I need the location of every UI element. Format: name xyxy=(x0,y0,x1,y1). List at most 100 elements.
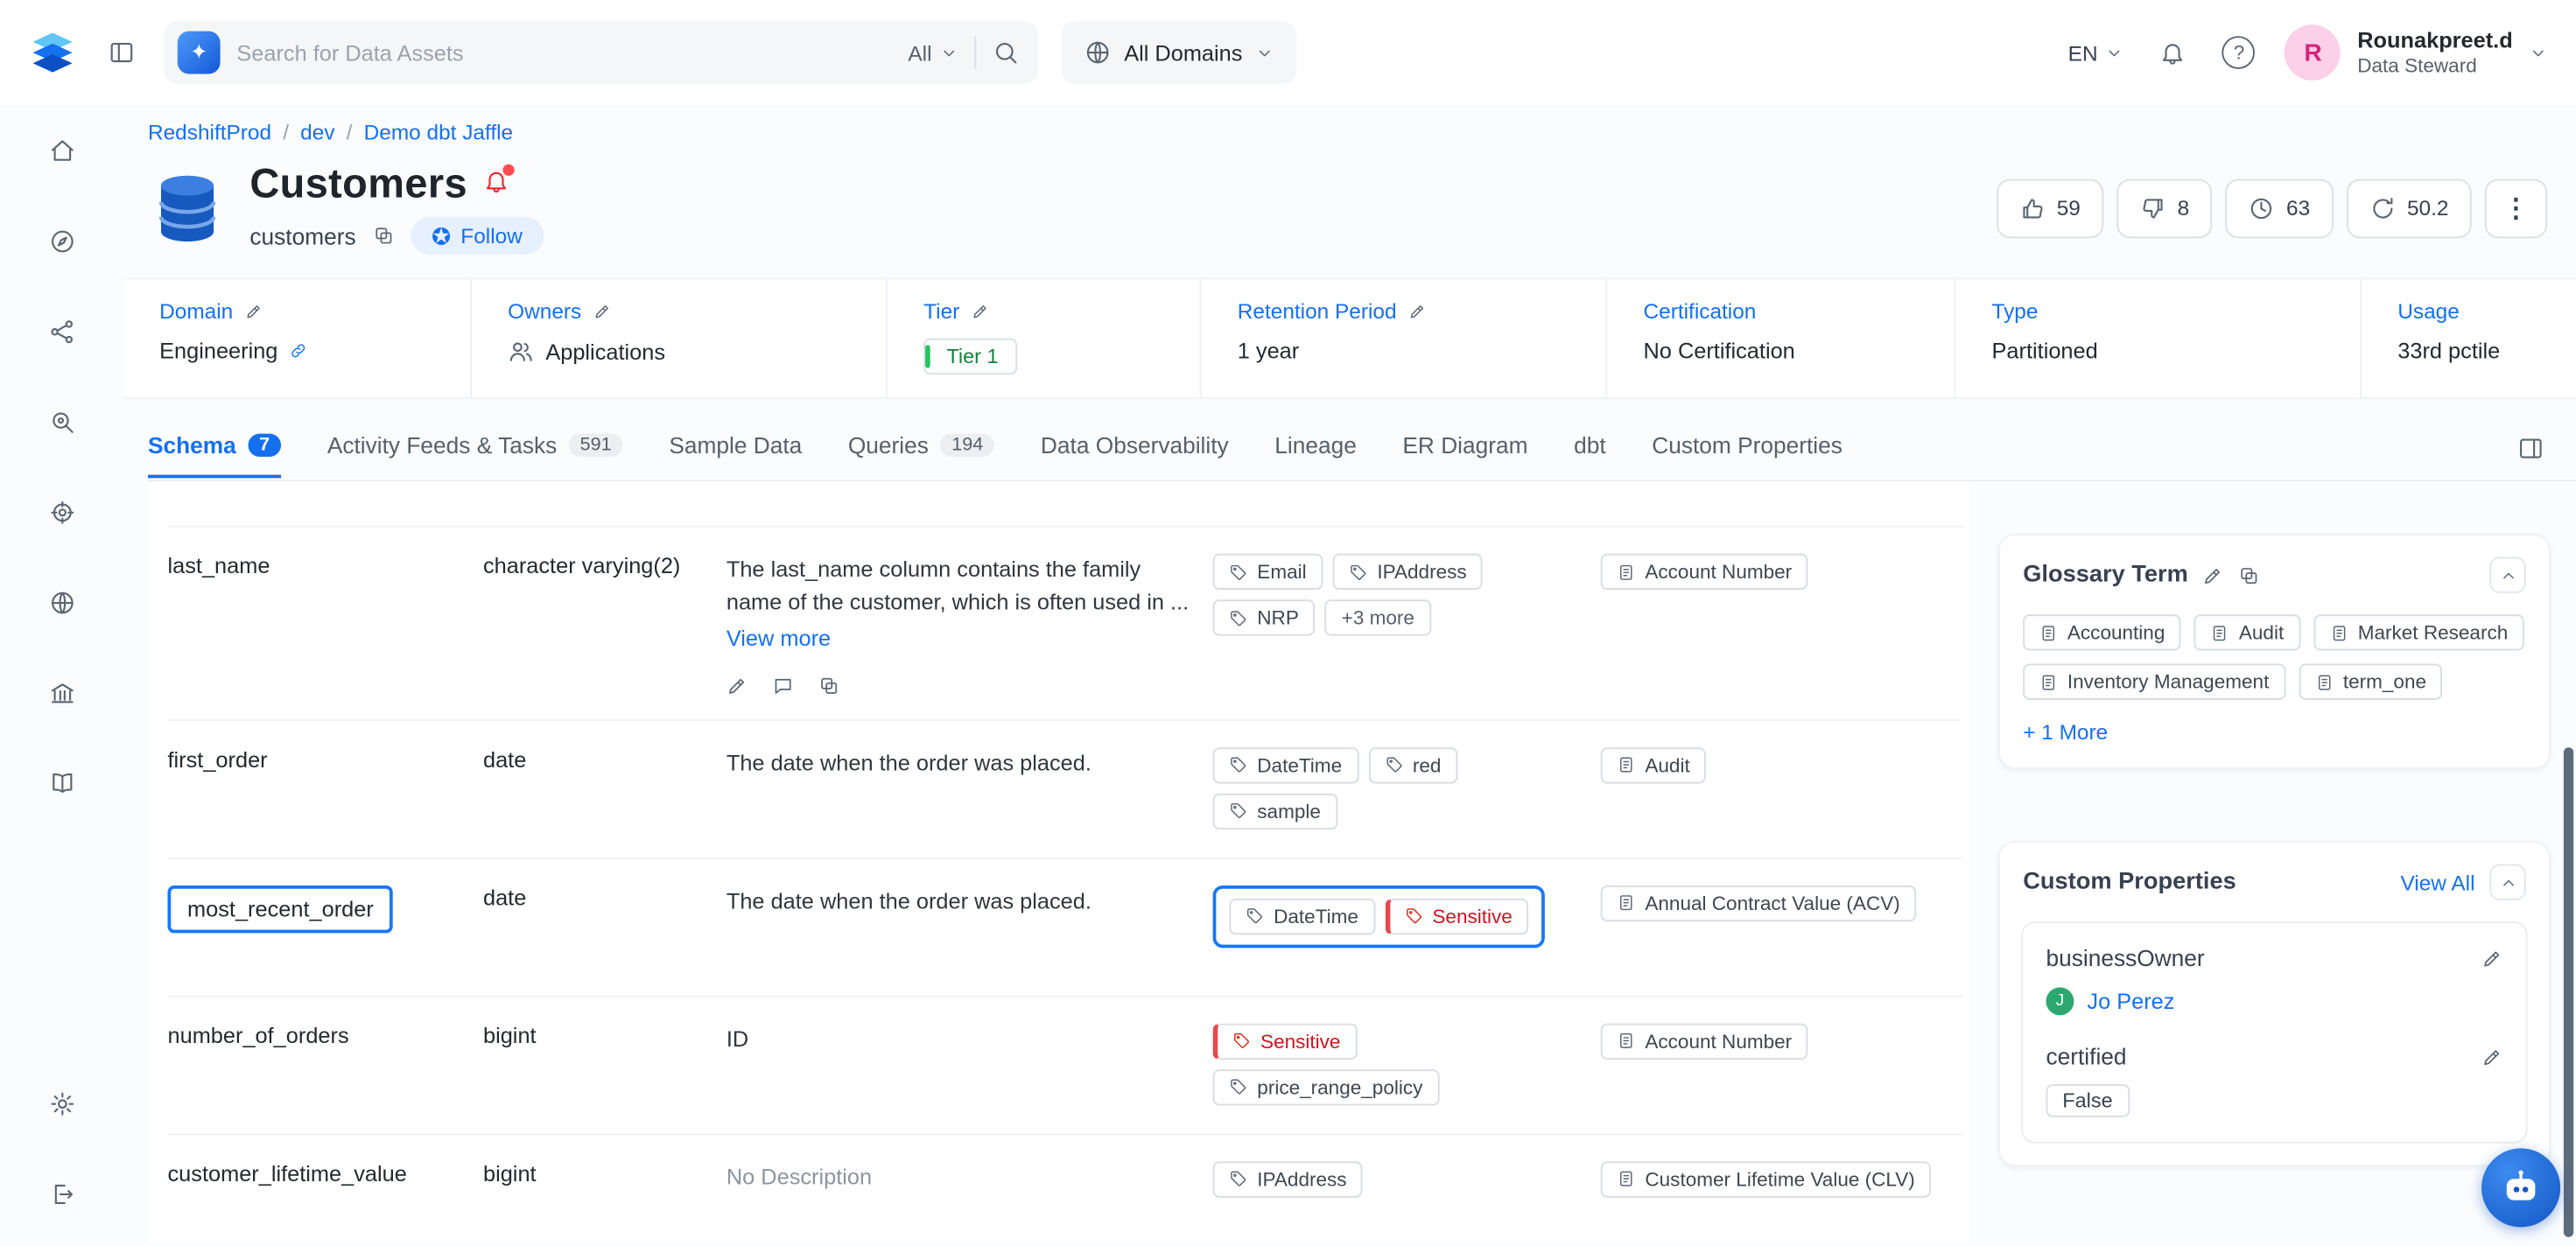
global-search[interactable]: ✦ All xyxy=(165,21,1039,83)
tab-data-observability[interactable]: Data Observability xyxy=(1041,432,1229,477)
follow-button[interactable]: ✪ Follow xyxy=(411,217,544,255)
glossary-term-pill[interactable]: Market Research xyxy=(2313,614,2524,650)
tab-queries[interactable]: Queries194 xyxy=(848,432,995,477)
edit-icon[interactable] xyxy=(1408,302,1427,320)
tag-pill[interactable]: DateTime xyxy=(1229,898,1374,934)
glossary-term-pill[interactable]: Annual Contract Value (ACV) xyxy=(1601,885,1917,920)
edit-icon[interactable] xyxy=(593,302,611,320)
nav-incident-manager[interactable] xyxy=(39,489,85,536)
nav-govern[interactable] xyxy=(39,670,85,717)
glossary-term-pill[interactable]: term_one xyxy=(2299,664,2443,700)
collapse-custom-properties-button[interactable] xyxy=(2489,864,2525,900)
tab-er-diagram[interactable]: ER Diagram xyxy=(1402,432,1527,477)
user-menu[interactable]: R Rounakpreet.d Data Steward xyxy=(2285,24,2547,80)
nav-knowledge[interactable] xyxy=(39,760,85,807)
property-value-link[interactable]: Jo Perez xyxy=(2087,989,2174,1013)
edit-icon[interactable] xyxy=(244,302,263,320)
edit-description-button[interactable] xyxy=(726,675,748,696)
more-actions-button[interactable]: ⋮ xyxy=(2485,178,2547,238)
nav-domains[interactable] xyxy=(39,580,85,626)
search-scope-dropdown[interactable]: All xyxy=(908,40,958,65)
more-tags-pill[interactable]: +3 more xyxy=(1325,599,1431,635)
graph-nodes-icon xyxy=(48,318,74,345)
collapse-side-panel-button[interactable] xyxy=(2511,429,2551,480)
views-button[interactable]: 63 xyxy=(2226,178,2334,238)
copy-icon[interactable] xyxy=(2239,564,2260,585)
search-icon[interactable] xyxy=(993,39,1019,66)
usage-button[interactable]: 50.2 xyxy=(2346,178,2471,238)
language-dropdown[interactable]: EN xyxy=(2068,40,2124,65)
column-name[interactable]: customer_lifetime_value xyxy=(168,1161,483,1186)
notifications-button[interactable] xyxy=(2153,33,2193,73)
link-icon[interactable] xyxy=(290,342,308,360)
tag-pill[interactable]: IPAddress xyxy=(1333,554,1484,590)
chevron-down-icon xyxy=(1255,44,1274,62)
divider xyxy=(974,36,976,69)
column-name[interactable]: number_of_orders xyxy=(168,1023,483,1047)
nav-explore[interactable] xyxy=(39,219,85,265)
bell-icon xyxy=(2160,39,2186,66)
downvote-button[interactable]: 8 xyxy=(2116,178,2212,238)
help-button[interactable]: ? xyxy=(2222,36,2256,69)
copy-button[interactable] xyxy=(818,675,839,696)
nav-logout[interactable] xyxy=(39,1172,85,1218)
tag-pill[interactable]: NRP xyxy=(1213,599,1316,635)
tag-pill[interactable]: sample xyxy=(1213,793,1337,829)
column-name[interactable]: most_recent_order xyxy=(168,885,483,932)
edit-icon[interactable] xyxy=(2481,1046,2502,1067)
tab-dbt[interactable]: dbt xyxy=(1574,432,1606,477)
tag-pill[interactable]: Email xyxy=(1213,554,1323,590)
chevron-up-icon xyxy=(2499,566,2517,584)
view-more-link[interactable]: View more xyxy=(726,623,831,655)
sidebar-toggle-icon[interactable] xyxy=(102,33,141,73)
collapse-glossary-button[interactable] xyxy=(2489,556,2525,592)
glossary-term-pill[interactable]: Inventory Management xyxy=(2023,664,2285,700)
tag-pill[interactable]: red xyxy=(1368,747,1457,783)
tag-pill[interactable]: IPAddress xyxy=(1213,1161,1364,1197)
tag-pill[interactable]: DateTime xyxy=(1213,747,1358,783)
column-tags: Sensitive price_range_policy xyxy=(1213,1023,1601,1105)
view-all-link[interactable]: View All xyxy=(2400,870,2474,894)
breadcrumb-item-service[interactable]: RedshiftProd xyxy=(148,120,271,144)
team-icon xyxy=(508,339,534,365)
page-scrollbar[interactable] xyxy=(2564,747,2573,1236)
nav-home[interactable] xyxy=(39,128,85,174)
sensitive-tag-pill[interactable]: Sensitive xyxy=(1213,1023,1358,1059)
tab-activity-feeds[interactable]: Activity Feeds & Tasks591 xyxy=(327,432,623,477)
glossary-term-pill[interactable]: Customer Lifetime Value (CLV) xyxy=(1601,1161,1932,1197)
column-glossary-terms: Customer Lifetime Value (CLV) xyxy=(1601,1161,1962,1197)
more-glossary-terms-link[interactable]: + 1 More xyxy=(2000,713,2549,767)
glossary-term-pill[interactable]: Accounting xyxy=(2023,614,2181,650)
alert-bell-button[interactable] xyxy=(484,167,510,193)
chat-assistant-button[interactable] xyxy=(2481,1148,2560,1227)
tab-schema[interactable]: Schema7 xyxy=(148,432,281,477)
tab-sample-data[interactable]: Sample Data xyxy=(669,432,802,477)
nav-settings[interactable] xyxy=(39,1081,85,1127)
breadcrumb-item-schema[interactable]: Demo dbt Jaffle xyxy=(364,120,514,144)
upvote-button[interactable]: 59 xyxy=(1996,178,2103,238)
glossary-term-pill[interactable]: Audit xyxy=(2194,614,2300,650)
tier-tag[interactable]: Tier 1 xyxy=(923,339,1016,374)
breadcrumb-item-database[interactable]: dev xyxy=(300,120,334,144)
app-logo[interactable] xyxy=(26,26,79,79)
sensitive-tag-pill[interactable]: Sensitive xyxy=(1385,898,1529,934)
glossary-term-pill[interactable]: Account Number xyxy=(1601,1023,1808,1059)
left-nav-rail xyxy=(0,105,123,1246)
column-name[interactable]: last_name xyxy=(168,554,483,578)
glossary-term-pill[interactable]: Audit xyxy=(1601,747,1707,783)
edit-icon[interactable] xyxy=(2481,947,2502,968)
comment-button[interactable] xyxy=(772,675,793,696)
copy-icon[interactable] xyxy=(372,225,393,246)
search-input[interactable] xyxy=(236,40,891,65)
column-name[interactable]: first_order xyxy=(168,747,483,772)
star-icon: ✪ xyxy=(432,224,451,247)
edit-icon[interactable] xyxy=(2203,564,2224,585)
all-domains-dropdown[interactable]: All Domains xyxy=(1062,21,1297,83)
tag-pill[interactable]: price_range_policy xyxy=(1213,1069,1440,1105)
glossary-term-pill[interactable]: Account Number xyxy=(1601,554,1808,590)
tab-custom-properties[interactable]: Custom Properties xyxy=(1652,432,1843,477)
nav-platform-lineage[interactable] xyxy=(39,309,85,355)
nav-observability[interactable] xyxy=(39,399,85,445)
edit-icon[interactable] xyxy=(971,302,989,320)
tab-lineage[interactable]: Lineage xyxy=(1274,432,1357,477)
